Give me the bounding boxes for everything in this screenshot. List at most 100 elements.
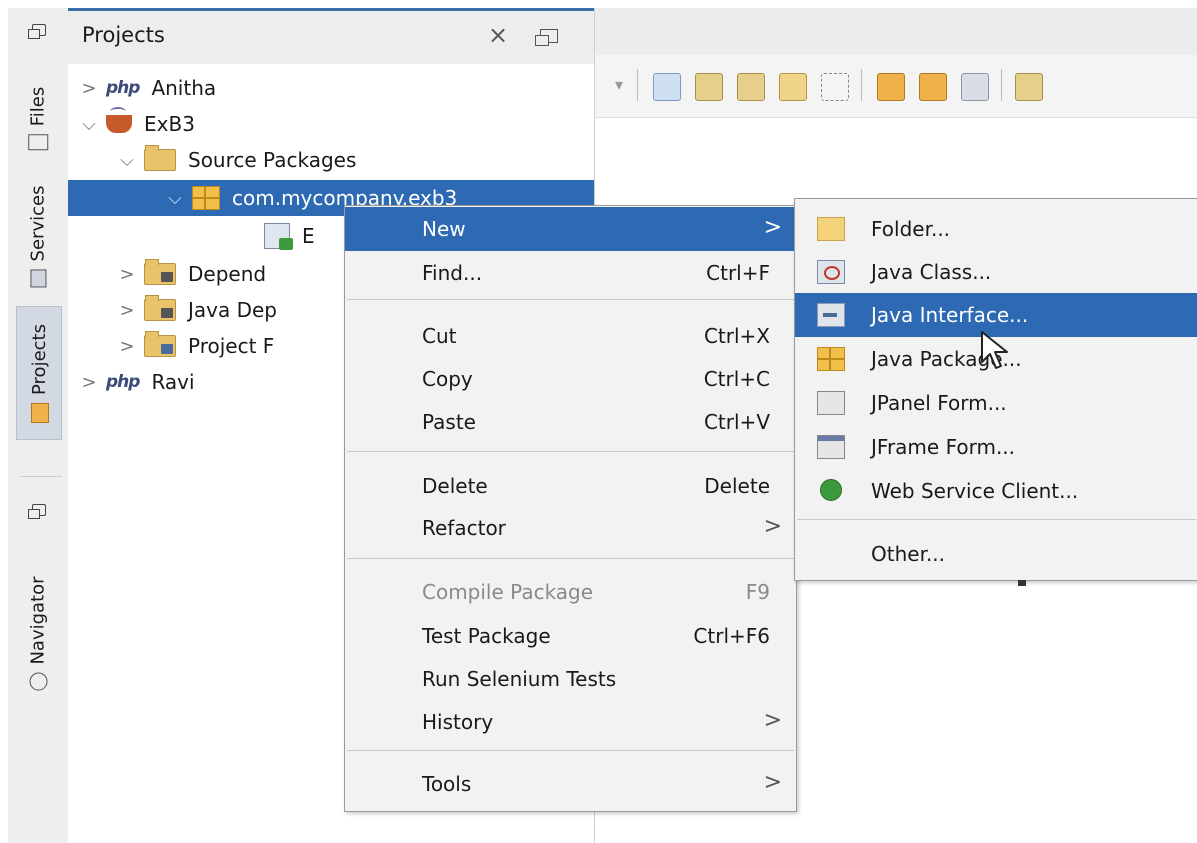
menu-separator xyxy=(347,299,794,300)
editor-toolbar: ▾ xyxy=(595,55,1197,118)
toolbar-separator xyxy=(861,69,862,101)
tree-node-project-files[interactable]: > Project F xyxy=(116,328,274,364)
menu-item-paste[interactable]: Paste Ctrl+V xyxy=(345,400,796,444)
menu-item-shortcut: Ctrl+X xyxy=(703,324,770,348)
menu-item-label: Delete xyxy=(422,474,488,498)
java-project-icon xyxy=(106,107,132,133)
tab-navigator-label: Navigator xyxy=(27,575,49,665)
restore-window-icon[interactable] xyxy=(535,29,558,46)
submenu-item-web-service-client[interactable]: Web Service Client... xyxy=(795,469,1197,513)
toggle-bookmark-icon[interactable] xyxy=(961,73,989,101)
close-icon[interactable]: × xyxy=(488,21,508,49)
submenu-item-label: Java Interface... xyxy=(871,303,1029,327)
submenu-item-jpanel-form[interactable]: JPanel Form... xyxy=(795,381,1197,425)
projects-panel-header: Projects × xyxy=(68,8,594,64)
tab-files[interactable]: Files xyxy=(16,68,60,168)
menu-separator xyxy=(347,451,794,452)
next-bookmark-icon[interactable] xyxy=(919,73,947,101)
menu-item-refactor[interactable]: Refactor > xyxy=(345,506,796,550)
menu-item-copy[interactable]: Copy Ctrl+C xyxy=(345,357,796,401)
tree-node-source-packages[interactable]: ⌵ Source Packages xyxy=(116,142,356,178)
submenu-item-jframe-form[interactable]: JFrame Form... xyxy=(795,425,1197,469)
tree-node-dependencies[interactable]: > Depend xyxy=(116,256,266,292)
tab-services[interactable]: Services xyxy=(16,176,60,296)
menu-item-shortcut: Ctrl+F6 xyxy=(693,624,770,648)
java-package-icon xyxy=(817,347,845,371)
submenu-item-label: Folder... xyxy=(871,217,951,241)
menu-item-label: Compile Package xyxy=(422,580,594,604)
tab-files-label: Files xyxy=(27,86,49,126)
rectangular-selection-icon[interactable] xyxy=(821,73,849,101)
previous-bookmark-icon[interactable] xyxy=(877,73,905,101)
submenu-item-label: Java Class... xyxy=(871,260,992,284)
tab-services-label: Services xyxy=(27,185,49,261)
menu-item-history[interactable]: History > xyxy=(345,700,796,744)
menu-item-new[interactable]: New > xyxy=(345,207,796,251)
restore-window-icon[interactable] xyxy=(28,504,46,519)
tab-projects[interactable]: Projects xyxy=(16,306,62,440)
chevron-right-icon[interactable]: > xyxy=(78,78,100,99)
tree-node-label: Project F xyxy=(188,334,275,358)
menu-item-run-selenium-tests[interactable]: Run Selenium Tests xyxy=(345,657,796,701)
tree-node-label: ExB3 xyxy=(144,112,195,136)
chevron-right-icon[interactable]: > xyxy=(116,264,138,285)
menu-separator xyxy=(347,750,794,751)
restore-window-icon[interactable] xyxy=(28,24,46,39)
menu-item-label: Refactor xyxy=(422,516,506,540)
toolbar-separator xyxy=(637,69,638,101)
java-file-icon xyxy=(264,223,293,250)
tree-node-label: Source Packages xyxy=(188,148,357,172)
tree-node-java-file[interactable]: E xyxy=(258,218,315,254)
menu-separator xyxy=(797,519,1196,520)
menu-item-label: Find... xyxy=(422,261,483,285)
menu-item-label: Cut xyxy=(422,324,457,348)
menu-item-delete[interactable]: Delete Delete xyxy=(345,464,796,508)
dropdown-arrow-icon[interactable]: ▾ xyxy=(615,75,623,94)
chevron-down-icon[interactable]: ⌵ xyxy=(164,188,186,209)
find-previous-icon[interactable] xyxy=(695,73,723,101)
chevron-down-icon[interactable]: ⌵ xyxy=(116,150,138,171)
submenu-item-label: JPanel Form... xyxy=(871,391,1007,415)
php-icon: php xyxy=(106,372,140,392)
dependencies-icon xyxy=(144,259,176,285)
project-files-icon xyxy=(144,331,176,357)
menu-separator xyxy=(347,558,794,559)
editor-caret xyxy=(1018,580,1026,586)
files-icon xyxy=(28,133,48,150)
tree-node-exb3[interactable]: ⌵ ExB3 xyxy=(78,106,195,142)
context-menu: New > Find... Ctrl+F Cut Ctrl+X Copy Ctr… xyxy=(344,205,797,812)
menu-item-shortcut: Ctrl+F xyxy=(706,261,770,285)
compass-icon xyxy=(29,672,48,691)
new-submenu: Folder... Java Class... Java Interface..… xyxy=(794,198,1197,581)
tree-node-label: Java Dep xyxy=(188,298,278,322)
toolbar-separator xyxy=(1001,69,1002,101)
tree-node-label: Depend xyxy=(188,262,267,286)
toggle-highlight-icon[interactable] xyxy=(779,73,807,101)
find-icon[interactable] xyxy=(653,73,681,101)
submenu-item-label: Other... xyxy=(871,542,946,566)
menu-item-label: New xyxy=(422,217,466,241)
tree-node-anitha[interactable]: > php Anitha xyxy=(78,70,216,106)
tab-navigator[interactable]: Navigator xyxy=(16,568,60,698)
tree-node-java-dependencies[interactable]: > Java Dep xyxy=(116,292,277,328)
menu-item-shortcut: Ctrl+V xyxy=(703,410,770,434)
chevron-right-icon[interactable]: > xyxy=(78,372,100,393)
menu-item-cut[interactable]: Cut Ctrl+X xyxy=(345,314,796,358)
strip-divider xyxy=(20,476,62,477)
menu-item-label: Paste xyxy=(422,410,476,434)
menu-item-compile-package: Compile Package F9 xyxy=(345,570,796,614)
chevron-right-icon[interactable]: > xyxy=(116,300,138,321)
submenu-item-folder[interactable]: Folder... xyxy=(795,207,1197,251)
menu-item-tools[interactable]: Tools > xyxy=(345,762,796,806)
chevron-down-icon[interactable]: ⌵ xyxy=(78,114,100,135)
tree-node-ravi[interactable]: > php Ravi xyxy=(78,364,194,400)
submenu-arrow-icon: > xyxy=(763,770,782,795)
submenu-item-java-class[interactable]: Java Class... xyxy=(795,250,1197,294)
shift-left-icon[interactable] xyxy=(1015,73,1043,101)
menu-item-label: Tools xyxy=(422,772,472,796)
find-next-icon[interactable] xyxy=(737,73,765,101)
submenu-item-other[interactable]: Other... xyxy=(795,532,1197,576)
menu-item-find[interactable]: Find... Ctrl+F xyxy=(345,251,796,295)
chevron-right-icon[interactable]: > xyxy=(116,336,138,357)
menu-item-test-package[interactable]: Test Package Ctrl+F6 xyxy=(345,614,796,658)
